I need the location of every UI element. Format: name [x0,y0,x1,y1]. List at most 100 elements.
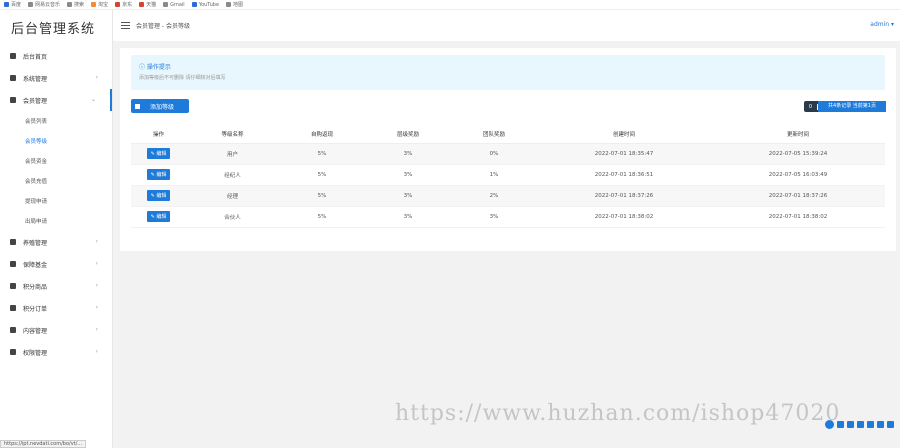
sidebar-item-system[interactable]: 系统管理 › [0,67,112,89]
col-team-reward: 团队奖励 [451,126,537,144]
users-icon [10,97,16,103]
submenu-withdraw[interactable]: 提现申请 [0,191,112,211]
edit-button[interactable]: ✎ 编辑 [146,169,171,180]
chevron-right-icon: › [95,238,98,245]
cell: 2022-07-01 18:37:26 [537,185,711,207]
sidebar-item-points-goods[interactable]: 积分商品 › [0,275,112,297]
cell: 3% [365,206,451,228]
cell: 5% [279,143,365,165]
col-cashback: 自购返现 [279,126,365,144]
col-level-reward: 层级奖励 [365,126,451,144]
sidebar-item-breeding[interactable]: 养殖管理 › [0,231,112,253]
gear-icon [10,75,16,81]
sidebar-item-home[interactable]: 后台首页 [0,45,112,67]
bookmark-icon [4,2,9,7]
app-logo: 后台管理系统 [11,22,96,37]
cell: 2022-07-01 18:36:51 [537,164,711,186]
edit-button[interactable]: ✎ 编辑 [146,190,171,201]
tip-title: ⓘ 操作提示 [139,64,171,71]
top-header: 会员管理 - 会员等级 admin ▾ [113,10,900,41]
submenu-member-recharge[interactable]: 会员充值 [0,171,112,191]
cell: 2022-07-05 15:39:24 [711,143,885,165]
chevron-right-icon: › [95,74,98,81]
submenu-exit[interactable]: 出局申请 [0,211,112,231]
table-row: ✎ 编辑 经理 5% 3% 2% 2022-07-01 18:37:26 202… [131,185,885,207]
tool-icon[interactable] [867,421,874,428]
bookmark-1[interactable]: 网易云音乐 [28,1,60,8]
bookmark-7[interactable]: YouTube [191,2,219,8]
bookmark-2[interactable]: 搜索 [67,1,84,8]
chevron-right-icon: › [95,326,98,333]
chevron-right-icon: › [95,348,98,355]
bookmark-8[interactable]: 地图 [226,1,243,8]
tool-icon[interactable] [877,421,884,428]
chevron-right-icon: › [95,304,98,311]
col-updated: 更新时间 [711,126,885,144]
submenu-member-level[interactable]: 会员等级 [0,131,112,151]
tool-icon[interactable] [847,421,854,428]
tip-desc: 添加等级后不可删除 请仔细核对后填写 [139,75,226,81]
bookmark-5[interactable]: 天猫 [139,1,156,8]
cell: 5% [279,206,365,228]
table-row: ✎ 编辑 合伙人 5% 3% 3% 2022-07-01 18:38:02 20… [131,206,885,228]
status-url: https://ipt.nevdati.com/bo/vt/... [0,440,87,448]
floating-toolbar [825,420,894,429]
chevron-right-icon: › [95,260,98,267]
tool-icon[interactable] [825,420,834,429]
cell: 3% [365,143,451,165]
bookmark-6[interactable]: Gmail [163,2,185,8]
sidebar-item-members[interactable]: 会员管理 ⌄ [0,89,112,111]
add-level-button[interactable]: 添加等级 [131,99,189,113]
cell: 2022-07-01 18:38:02 [537,206,711,228]
bookmark-4[interactable]: 京东 [115,1,132,8]
bookmark-icon [67,2,73,7]
cell: 5% [279,164,365,186]
cell: 1% [451,164,537,186]
level-table: 操作 等级名称 自购返现 层级奖励 团队奖励 创建时间 更新时间 ✎ 编辑 用户… [131,126,885,228]
cell: 经纪人 [186,164,279,186]
submenu-member-list[interactable]: 会员列表 [0,111,112,131]
col-action: 操作 [131,126,186,144]
record-count: 0 共4条记录 当前第1页 [804,101,886,112]
cell: 3% [365,185,451,207]
cell: 2022-07-05 16:03:49 [711,164,885,186]
document-icon [10,327,16,333]
cell: 合伙人 [186,206,279,228]
cell: 3% [365,164,451,186]
sidebar-item-permissions[interactable]: 权限管理 › [0,341,112,363]
bank-icon [10,261,16,267]
breadcrumb: 会员管理 - 会员等级 [136,23,190,30]
chevron-right-icon: › [95,282,98,289]
sidebar-item-fund[interactable]: 保障基金 › [0,253,112,275]
table-row: ✎ 编辑 经纪人 5% 3% 1% 2022-07-01 18:36:51 20… [131,164,885,186]
tool-icon[interactable] [857,421,864,428]
tip-panel: ⓘ 操作提示 添加等级后不可删除 请仔细核对后填写 [131,55,885,90]
watermark: https://www.huzhan.com/ishop47020 [395,401,841,426]
tool-icon[interactable] [887,421,894,428]
cell: 0% [451,143,537,165]
bookmark-icon [28,2,34,7]
sidebar-item-points-orders[interactable]: 积分订单 › [0,297,112,319]
bookmark-icon [226,2,232,7]
edit-button[interactable]: ✎ 编辑 [146,148,171,159]
monitor-icon [10,349,16,355]
cell: 3% [451,206,537,228]
add-icon [135,103,140,109]
cell: 5% [279,185,365,207]
sidebar: 后台管理系统 后台首页 系统管理 › 会员管理 ⌄ 会员列表 会员等级 会员资金 会… [0,10,113,448]
edit-button[interactable]: ✎ 编辑 [146,211,171,222]
bookmarks-bar: 百度 网易云音乐 搜索 淘宝 京东 天猫 Gmail YouTube 地图 [0,0,900,10]
tool-icon[interactable] [837,421,844,428]
submenu-member-funds[interactable]: 会员资金 [0,151,112,171]
bookmark-0[interactable]: 百度 [4,1,21,8]
user-menu[interactable]: admin ▾ [870,21,894,28]
cell: 2% [451,185,537,207]
cell: 2022-07-01 18:37:26 [711,185,885,207]
menu-toggle-icon[interactable] [121,22,130,29]
sidebar-item-content[interactable]: 内容管理 › [0,319,112,341]
bookmark-3[interactable]: 淘宝 [91,1,108,8]
home-icon [10,53,16,59]
bag-icon [10,283,16,289]
bookmark-icon [163,2,169,7]
bookmark-icon [91,2,97,7]
